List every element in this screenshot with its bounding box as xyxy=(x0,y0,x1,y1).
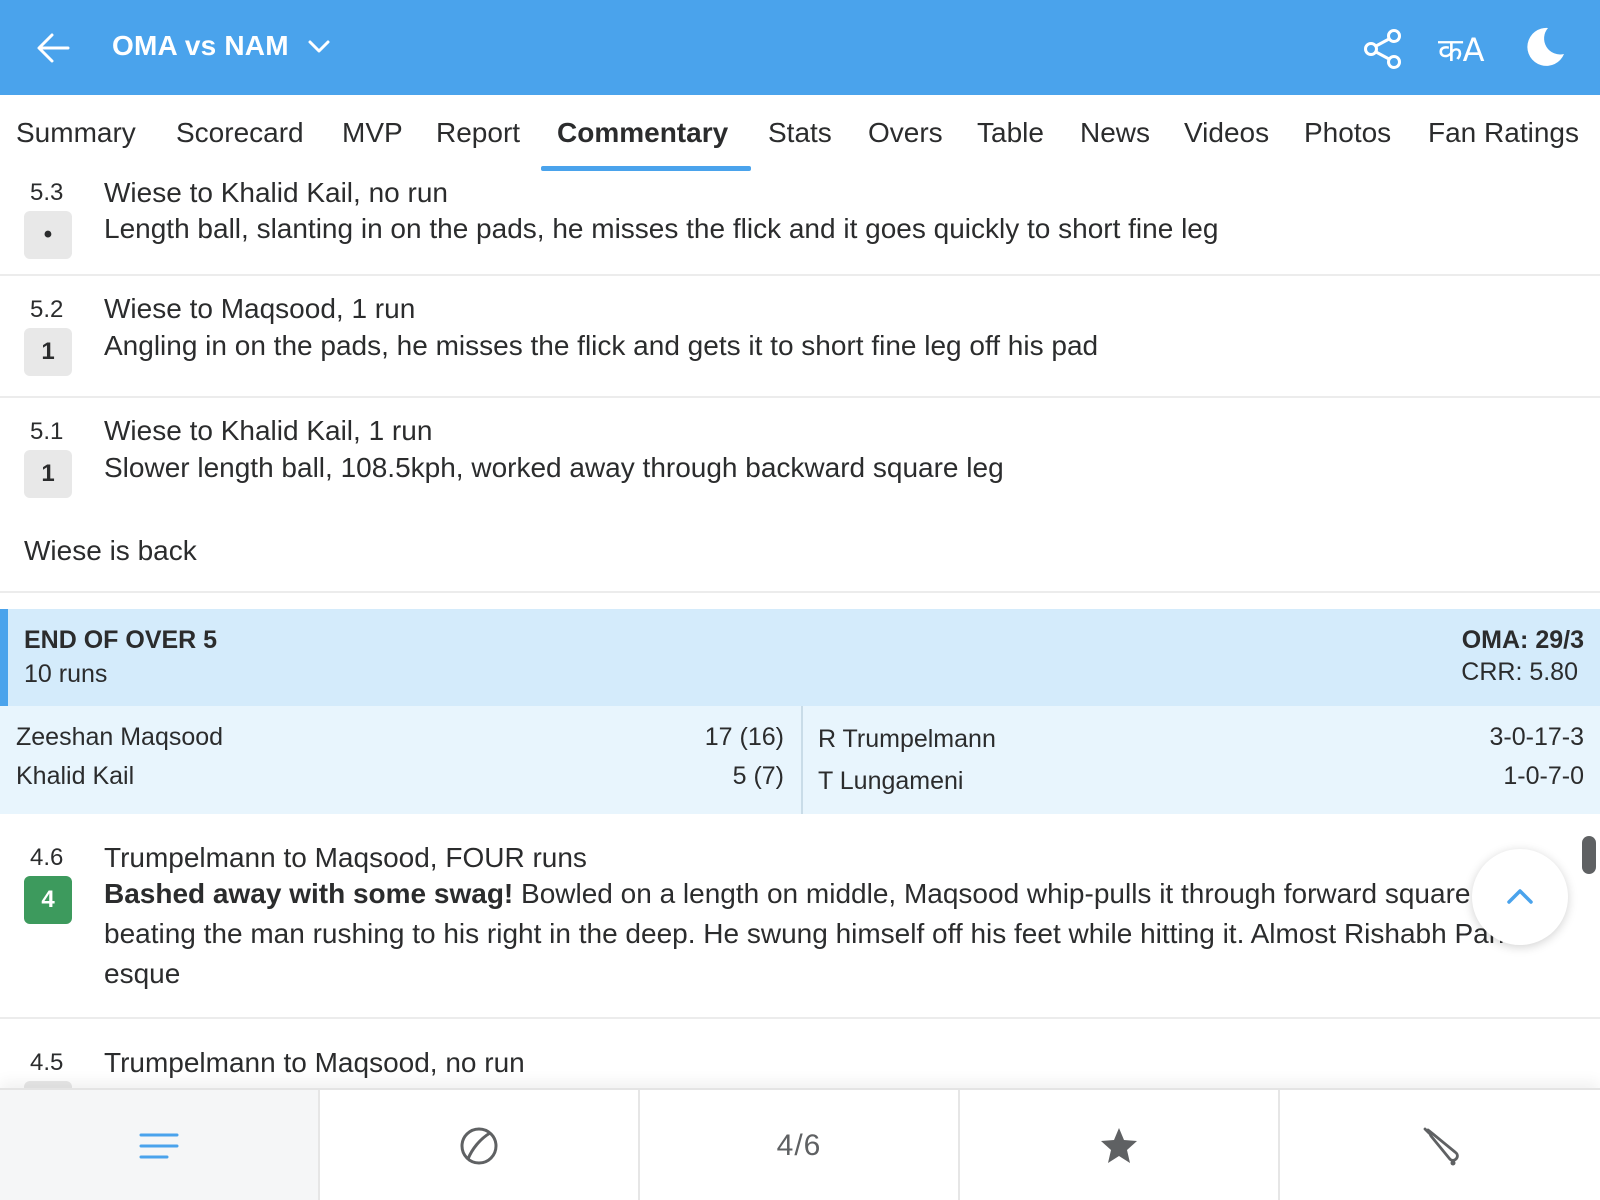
commentary-item: 5.1 1 Wiese to Khalid Kail, 1 run Slower… xyxy=(0,398,1600,518)
ball-result-badge xyxy=(24,1081,72,1088)
active-tab-indicator xyxy=(541,166,751,171)
tab-stats[interactable]: Stats xyxy=(768,117,832,149)
tab-report[interactable]: Report xyxy=(436,117,520,149)
current-run-rate: CRR: 5.80 xyxy=(1461,658,1578,686)
over-number: 5.3 xyxy=(30,179,64,206)
tab-commentary[interactable]: Commentary xyxy=(557,117,728,149)
top-app-bar: OMA vs NAM क‍A xyxy=(0,0,1600,95)
stats-separator xyxy=(801,706,803,814)
scrollbar-thumb[interactable] xyxy=(1582,836,1596,874)
ball-title: Wiese to Khalid Kail, 1 run xyxy=(104,415,433,446)
tab-mvp[interactable]: MVP xyxy=(342,117,403,149)
bowler-figures: 3-0-17-3 xyxy=(1489,723,1585,751)
nav-menu-button[interactable] xyxy=(0,1090,320,1200)
batter-score: 17 (16) xyxy=(704,723,784,751)
nav-ball-counter[interactable]: 4/6 xyxy=(640,1090,960,1200)
tab-videos[interactable]: Videos xyxy=(1184,117,1269,149)
language-icon[interactable]: क‍A xyxy=(1438,28,1484,71)
commentary-item: 5.3 • Wiese to Khalid Kail, no run Lengt… xyxy=(0,173,1600,276)
batter-name[interactable]: Zeeshan Maqsood xyxy=(16,723,223,752)
commentary-note: Wiese is back xyxy=(24,535,197,566)
over-number: 4.5 xyxy=(30,1049,64,1076)
team-score: OMA: 29/3 xyxy=(1461,626,1584,654)
cricket-bat-icon xyxy=(1423,1127,1459,1166)
tab-summary[interactable]: Summary xyxy=(16,117,136,149)
over-runs: 10 runs xyxy=(24,660,108,688)
tab-scorecard[interactable]: Scorecard xyxy=(176,117,304,149)
over-number: 5.1 xyxy=(30,418,64,445)
over-number: 5.2 xyxy=(30,296,64,323)
divider xyxy=(0,591,1600,593)
bowler-name[interactable]: R Trumpelmann xyxy=(818,725,996,754)
batter-name[interactable]: Khalid Kail xyxy=(16,762,134,791)
chevron-up-icon xyxy=(1507,889,1533,904)
ball-counter-label: 4/6 xyxy=(776,1129,822,1162)
bottom-navigation: 4/6 xyxy=(0,1088,1600,1200)
commentary-item: 4.5 Trumpelmann to Maqsood, no run Lengt… xyxy=(0,1019,1600,1088)
batter-score: 5 (7) xyxy=(732,762,784,790)
nav-bat-button[interactable] xyxy=(1280,1090,1600,1200)
ball-description: Bashed away with some swag! Bowled on a … xyxy=(104,874,1524,994)
chevron-down-icon[interactable] xyxy=(306,36,332,58)
ball-result-badge: • xyxy=(24,211,72,259)
over-number: 4.6 xyxy=(30,844,64,871)
scroll-to-top-button[interactable] xyxy=(1472,849,1568,945)
tab-bar: Summary Scorecard MVP Report Commentary … xyxy=(0,95,1600,173)
menu-lines-icon xyxy=(139,1133,179,1159)
star-icon xyxy=(1101,1128,1137,1163)
commentary-item: 5.2 1 Wiese to Maqsood, 1 run Angling in… xyxy=(0,276,1600,398)
ball-result-badge: 4 xyxy=(24,876,72,924)
tab-table[interactable]: Table xyxy=(977,117,1044,149)
end-of-over-summary: END OF OVER 5 10 runs OMA: 29/3 CRR: 5.8… xyxy=(0,609,1600,814)
end-of-over-title: END OF OVER 5 xyxy=(24,626,218,654)
bowler-name[interactable]: T Lungameni xyxy=(818,767,963,796)
ball-title: Trumpelmann to Maqsood, no run xyxy=(104,1047,525,1078)
tab-fan-ratings[interactable]: Fan Ratings xyxy=(1428,117,1579,149)
back-arrow-icon[interactable] xyxy=(34,28,74,68)
tab-photos[interactable]: Photos xyxy=(1304,117,1391,149)
nav-ball-button[interactable] xyxy=(320,1090,640,1200)
share-icon[interactable] xyxy=(1362,28,1404,70)
commentary-feed[interactable]: 5.3 • Wiese to Khalid Kail, no run Lengt… xyxy=(0,173,1600,1088)
tab-news[interactable]: News xyxy=(1080,117,1150,149)
ball-title: Wiese to Khalid Kail, no run xyxy=(104,177,448,208)
cricket-ball-icon xyxy=(460,1127,498,1165)
ball-description: Length ball, slanting in on the pads, he… xyxy=(104,213,1219,244)
ball-description-highlight: Bashed away with some swag! xyxy=(104,878,514,909)
ball-description: Angling in on the pads, he misses the fl… xyxy=(104,330,1099,361)
end-of-over-header: END OF OVER 5 10 runs OMA: 29/3 CRR: 5.8… xyxy=(0,609,1600,706)
commentary-item: 4.6 4 Trumpelmann to Maqsood, FOUR runs … xyxy=(0,814,1600,1019)
ball-description: Slower length ball, 108.5kph, worked awa… xyxy=(104,452,1004,483)
moon-icon[interactable] xyxy=(1522,24,1568,70)
tab-overs[interactable]: Overs xyxy=(868,117,943,149)
end-of-over-stats: Zeeshan Maqsood 17 (16) Khalid Kail 5 (7… xyxy=(0,706,1600,814)
ball-result-badge: 1 xyxy=(24,450,72,498)
nav-favourite-button[interactable] xyxy=(960,1090,1280,1200)
bowler-figures: 1-0-7-0 xyxy=(1503,762,1584,790)
ball-result-badge: 1 xyxy=(24,328,72,376)
ball-title: Trumpelmann to Maqsood, FOUR runs xyxy=(104,842,587,873)
ball-description: Length ball outside off, bops and defend… xyxy=(104,1079,1524,1088)
ball-title: Wiese to Maqsood, 1 run xyxy=(104,293,416,324)
match-title[interactable]: OMA vs NAM xyxy=(112,30,289,62)
